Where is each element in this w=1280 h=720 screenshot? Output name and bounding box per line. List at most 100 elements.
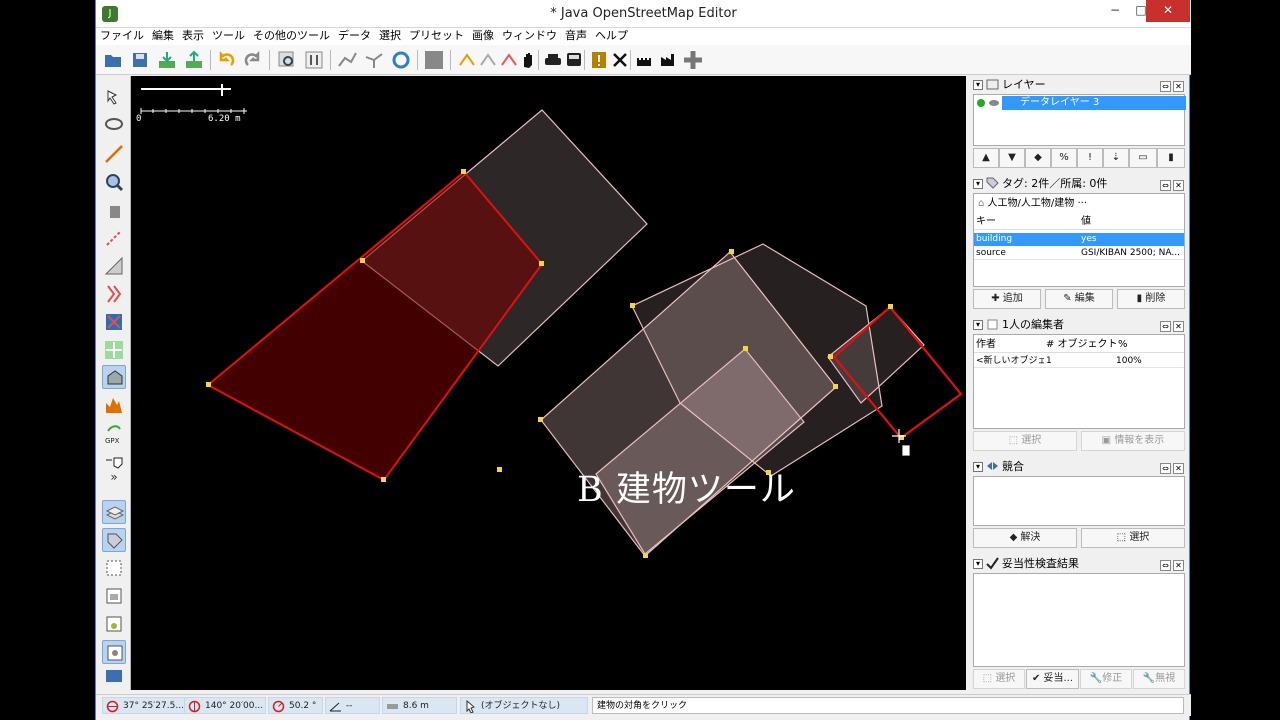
move-up-icon[interactable]: ▲: [973, 148, 999, 168]
filter-icon[interactable]: [102, 640, 126, 664]
menu-data[interactable]: データ: [334, 28, 375, 45]
table-row[interactable]: building yes: [974, 233, 1184, 246]
merge-icon[interactable]: ⇣: [1103, 148, 1129, 168]
parallel-tool-icon[interactable]: [102, 282, 126, 306]
menu-view[interactable]: 表示: [178, 28, 208, 45]
move-down-icon[interactable]: ▼: [999, 148, 1025, 168]
select-tool-icon[interactable]: [102, 86, 126, 110]
show-info-button[interactable]: ▣ 情報を表示: [1081, 431, 1185, 451]
delete-x-icon[interactable]: [609, 49, 631, 71]
collapse-icon[interactable]: ▾: [973, 80, 983, 90]
imagery-icon[interactable]: [423, 49, 445, 71]
combine-way-icon[interactable]: [363, 49, 385, 71]
draw-tool-icon[interactable]: [102, 142, 126, 166]
panel-close-icon[interactable]: ✕: [1173, 463, 1184, 474]
hand-icon[interactable]: [517, 49, 539, 71]
save-icon[interactable]: [129, 49, 151, 71]
history-icon[interactable]: [102, 612, 126, 636]
menu-presets[interactable]: プリセット: [405, 28, 468, 45]
fix-button[interactable]: 🔧修正: [1080, 669, 1132, 689]
reverse-way-icon[interactable]: [390, 49, 412, 71]
split-tool-icon[interactable]: [102, 310, 126, 334]
improve-way-tool-icon[interactable]: [102, 254, 126, 278]
tag-key[interactable]: source: [976, 247, 1006, 260]
crossroads-icon[interactable]: [682, 49, 704, 71]
building-tool-icon[interactable]: [102, 365, 126, 389]
resolve-button[interactable]: ◆ 解決: [973, 528, 1077, 548]
more-tools-chevron-icon[interactable]: »: [102, 468, 126, 486]
selection-list-icon[interactable]: [102, 556, 126, 580]
layer-visible-check-icon[interactable]: [976, 98, 986, 108]
menu-file[interactable]: ファイル: [96, 28, 148, 45]
collapse-icon[interactable]: ▾: [973, 559, 983, 569]
panel-close-icon[interactable]: ✕: [1173, 321, 1184, 332]
ignore-button[interactable]: 🔧無視: [1133, 669, 1185, 689]
validate-button[interactable]: ✔ 妥当...: [1026, 669, 1079, 689]
detach-icon[interactable]: ⇔: [1160, 321, 1171, 332]
extrude-tool-icon[interactable]: [102, 226, 126, 250]
collapse-icon[interactable]: ▾: [973, 179, 983, 189]
menu-more-tools[interactable]: その他のツール: [249, 28, 334, 45]
menu-windows[interactable]: ウィンドウ: [498, 28, 561, 45]
tag-key[interactable]: building: [976, 233, 1012, 246]
select-button[interactable]: ⬚ 選択: [973, 431, 1077, 451]
detach-icon[interactable]: ⇔: [1160, 81, 1171, 92]
menu-help[interactable]: ヘルプ: [591, 28, 632, 45]
delete-layer-icon[interactable]: ▮: [1157, 148, 1185, 168]
collapse-icon[interactable]: ▾: [973, 320, 983, 330]
tag-value[interactable]: GSI/KIBAN 2500; NA...: [1081, 247, 1183, 260]
delete-tag-button[interactable]: ▮ 削除: [1117, 289, 1185, 309]
select-button[interactable]: ⬚ 選択: [973, 669, 1025, 689]
split-way-icon[interactable]: [336, 49, 358, 71]
tag-value[interactable]: yes: [1081, 233, 1183, 246]
bus-icon[interactable]: [563, 49, 585, 71]
layer-row[interactable]: データレイヤー 3: [974, 96, 1186, 110]
show-hide-icon[interactable]: !: [1077, 148, 1103, 168]
tags-toggle-icon[interactable]: [102, 528, 126, 552]
edit-tag-button[interactable]: ✎ 編集: [1045, 289, 1113, 309]
select-button[interactable]: ⬚ 選択: [1081, 528, 1185, 548]
layers-toggle-icon[interactable]: [102, 500, 126, 524]
visibility-icon[interactable]: %: [1051, 148, 1077, 168]
activate-layer-icon[interactable]: ◆: [1025, 148, 1051, 168]
align-line-icon[interactable]: [477, 49, 499, 71]
zoom-tool-icon[interactable]: [102, 170, 126, 194]
panel-close-icon[interactable]: ✕: [1173, 81, 1184, 92]
duplicate-icon[interactable]: ▭: [1129, 148, 1157, 168]
preset-link[interactable]: ⌂ 人工物/人工物/建物 ···: [978, 196, 1087, 212]
car-icon[interactable]: [542, 49, 564, 71]
menu-selection[interactable]: 選択: [375, 28, 405, 45]
minimize-button[interactable]: −: [1102, 0, 1128, 22]
menu-imagery[interactable]: 画像: [468, 28, 498, 45]
table-row[interactable]: source GSI/KIBAN 2500; NA...: [974, 247, 1184, 260]
download-icon[interactable]: [156, 49, 178, 71]
open-file-icon[interactable]: [102, 49, 124, 71]
detach-icon[interactable]: ⇔: [1160, 560, 1171, 571]
grid-tool-icon[interactable]: [102, 338, 126, 362]
table-row[interactable]: <新しいオブジェ... 1 100%: [974, 355, 1184, 368]
menu-edit[interactable]: 編集: [148, 28, 178, 45]
menu-audio[interactable]: 音声: [561, 28, 591, 45]
gpx-tool-icon[interactable]: GPX: [102, 421, 126, 445]
redo-icon[interactable]: [242, 49, 264, 71]
add-tag-button[interactable]: ✚ 追加: [973, 289, 1041, 309]
panel-close-icon[interactable]: ✕: [1173, 560, 1184, 571]
warning-icon[interactable]: [588, 49, 610, 71]
layer-eye-icon[interactable]: [988, 98, 1000, 108]
upload-icon[interactable]: [183, 49, 205, 71]
align-circle-icon[interactable]: [456, 49, 478, 71]
map-paint-icon[interactable]: [102, 666, 126, 690]
collapse-icon[interactable]: ▾: [973, 462, 983, 472]
detach-icon[interactable]: ⇔: [1160, 180, 1171, 191]
delete-tool-icon[interactable]: [102, 198, 126, 222]
preferences-icon[interactable]: [303, 49, 325, 71]
undo-icon[interactable]: [215, 49, 237, 71]
relation-list-icon[interactable]: [102, 584, 126, 608]
fire-tool-icon[interactable]: [102, 393, 126, 417]
layer-name[interactable]: データレイヤー 3: [1002, 96, 1186, 110]
map-view[interactable]: 0 6.20 m B 建物ツール: [131, 76, 966, 690]
panel-close-icon[interactable]: ✕: [1173, 180, 1184, 191]
detach-icon[interactable]: ⇔: [1160, 463, 1171, 474]
close-button[interactable]: ✕: [1146, 0, 1190, 22]
zoom-to-data-icon[interactable]: [276, 49, 298, 71]
